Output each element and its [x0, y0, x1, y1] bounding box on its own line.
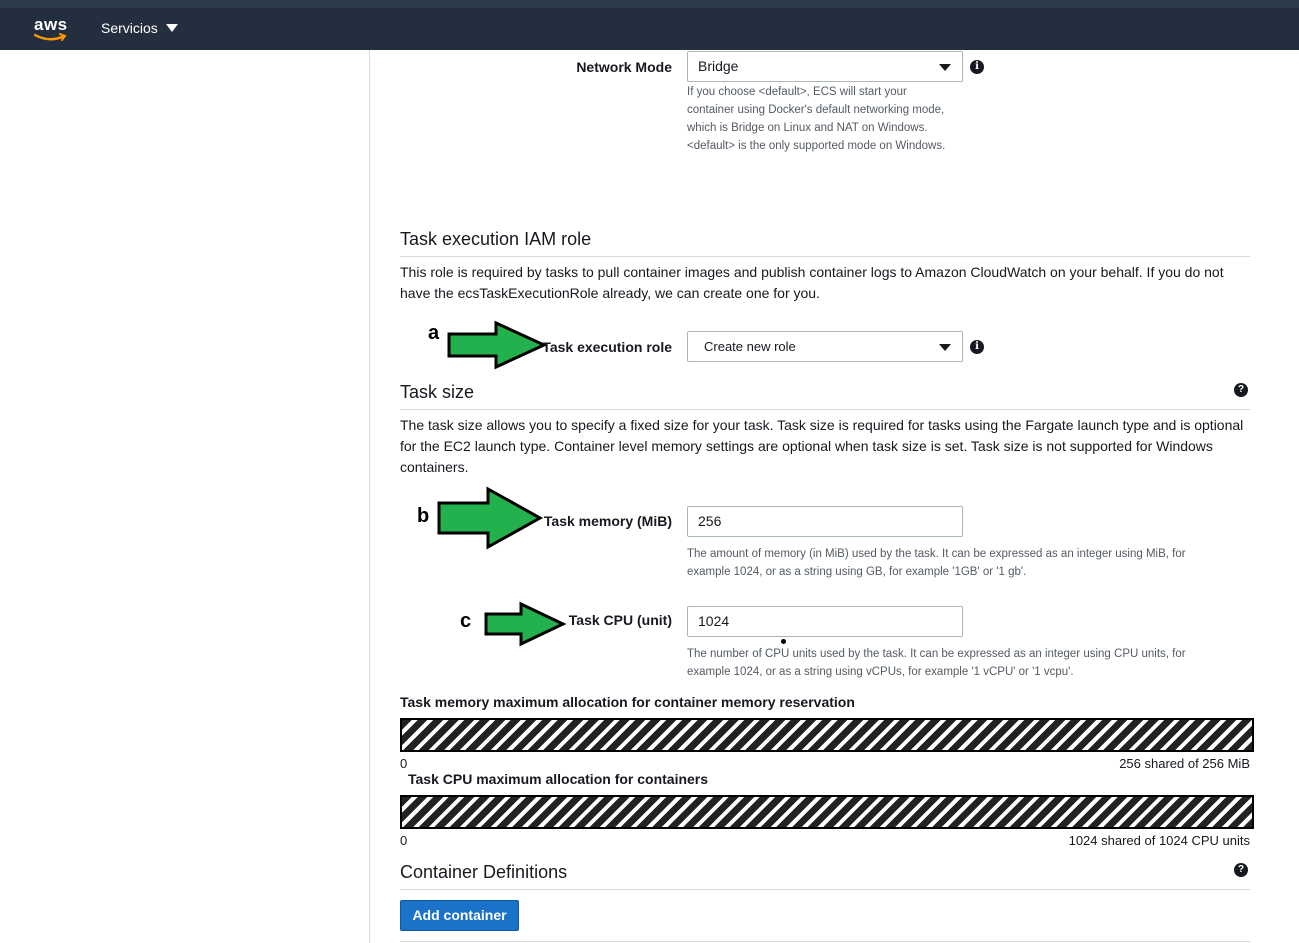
network-mode-hint-line: If you choose <default>, ECS will start …	[687, 86, 907, 98]
task-memory-label: Task memory (MiB)	[543, 513, 672, 529]
section-divider	[400, 889, 1250, 890]
network-mode-select[interactable]: Bridge	[687, 51, 963, 82]
task-execution-role-label: Task execution role	[542, 339, 672, 355]
description-line: containers.	[400, 459, 469, 475]
info-icon[interactable]: i	[970, 340, 984, 354]
description-line: for the EC2 launch type. Container level…	[400, 438, 1213, 454]
memory-allocation-min: 0	[400, 756, 408, 771]
hint-line: example 1024, or as a string using vCPUs…	[687, 666, 1074, 678]
cpu-allocation-max: 1024 shared of 1024 CPU units	[1068, 833, 1250, 848]
annotation-letter-a: a	[428, 322, 440, 344]
task-memory-hint: The amount of memory (in MiB) used by th…	[687, 545, 1247, 581]
dropdown-arrow-icon	[939, 344, 951, 351]
help-icon[interactable]: ?	[1234, 863, 1248, 877]
annotation-letter-b: b	[417, 505, 430, 527]
task-memory-value: 256	[698, 513, 722, 529]
description-line: have the ecsTaskExecutionRole already, w…	[400, 285, 820, 301]
left-panel	[0, 50, 370, 943]
network-mode-hint-line: container using Docker's default network…	[687, 104, 945, 116]
task-execution-iam-role-title: Task execution IAM role	[400, 229, 592, 249]
aws-smile-icon	[34, 33, 67, 41]
network-mode-label: Network Mode	[576, 59, 672, 75]
description-line: This role is required by tasks to pull c…	[400, 264, 1224, 280]
execution-role-description: This role is required by tasks to pull c…	[400, 262, 1260, 304]
section-divider	[400, 256, 1250, 257]
add-container-button[interactable]: Add container	[400, 900, 519, 931]
services-menu[interactable]: Servicios	[101, 20, 178, 36]
memory-allocation-max: 256 shared of 256 MiB	[1119, 756, 1250, 771]
memory-allocation-bar	[400, 718, 1254, 752]
memory-allocation-title: Task memory maximum allocation for conta…	[400, 694, 855, 710]
services-label: Servicios	[101, 20, 158, 36]
task-memory-input[interactable]: 256	[687, 506, 963, 537]
task-cpu-value: 1024	[698, 613, 730, 629]
hint-line: The amount of memory (in MiB) used by th…	[687, 548, 1186, 560]
dropdown-arrow-icon	[939, 64, 951, 71]
network-mode-hint-line: <default> is the only supported mode on …	[687, 140, 946, 152]
top-navigation-bar: aws Servicios	[0, 0, 1299, 50]
help-icon[interactable]: ?	[1234, 383, 1248, 397]
description-line: The task size allows you to specify a fi…	[400, 417, 1244, 433]
caret-down-icon	[165, 24, 178, 32]
task-cpu-label: Task CPU (unit)	[568, 612, 672, 628]
cpu-allocation-min: 0	[400, 833, 408, 848]
hint-line: example 1024, or as a string using GB, f…	[687, 566, 1027, 578]
hint-line: The number of CPU units used by the task…	[687, 648, 1186, 660]
aws-logo-text: aws	[34, 15, 68, 34]
task-cpu-input[interactable]: 1024	[687, 606, 963, 637]
cpu-allocation-title: Task CPU maximum allocation for containe…	[408, 771, 709, 787]
info-icon[interactable]: i	[970, 60, 984, 74]
cursor-dot	[781, 639, 786, 644]
cpu-allocation-bar	[400, 795, 1254, 829]
task-size-title: Task size	[400, 382, 475, 402]
section-divider	[400, 409, 1250, 410]
task-execution-role-value: Create new role	[704, 339, 796, 354]
network-mode-hint: If you choose <default>, ECS will start …	[687, 83, 977, 155]
annotation-arrow-icon	[447, 320, 548, 370]
task-execution-role-select[interactable]: Create new role	[687, 331, 963, 362]
section-divider	[400, 941, 1250, 942]
task-cpu-hint: The number of CPU units used by the task…	[687, 645, 1247, 681]
annotation-letter-c: c	[460, 610, 472, 632]
container-definitions-title: Container Definitions	[400, 862, 568, 882]
task-size-description: The task size allows you to specify a fi…	[400, 415, 1270, 478]
network-mode-value: Bridge	[698, 58, 739, 74]
aws-logo[interactable]: aws	[34, 15, 70, 45]
network-mode-hint-line: which is Bridge on Linux and NAT on Wind…	[687, 122, 928, 134]
